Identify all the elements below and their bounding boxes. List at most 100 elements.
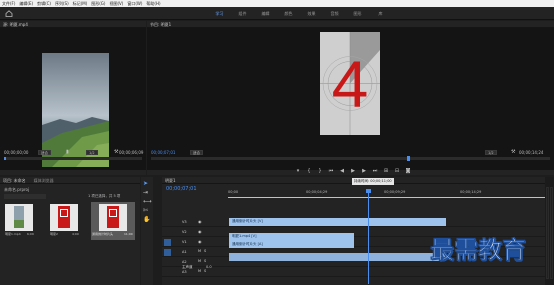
timeline-clip-audio[interactable] xyxy=(229,253,446,261)
project-thumbnail[interactable] xyxy=(5,204,33,231)
menu-help[interactable]: 帮助(H) xyxy=(146,1,160,7)
marker-icon[interactable]: ▾ xyxy=(295,168,301,174)
project-item-duration: 4;00 xyxy=(72,232,79,236)
program-timecode[interactable]: 00;00;07;01 xyxy=(151,150,175,155)
project-thumbnail[interactable] xyxy=(50,204,78,231)
timeline-panel: 明夏1 00;00;07;01 00;00 00;00;04;29 00;00;… xyxy=(162,177,545,285)
track-label[interactable]: V3 xyxy=(182,220,187,224)
workspace-bar: 学习 组件 编辑 颜色 效果 音频 图形 库 xyxy=(0,7,554,20)
home-icon[interactable] xyxy=(5,10,13,17)
source-timecode[interactable]: 00;00;00;00 xyxy=(4,150,28,155)
workspace-tab-learn[interactable]: 学习 xyxy=(208,11,231,17)
workspace-tabs: 学习 组件 编辑 颜色 效果 音频 图形 库 xyxy=(208,11,392,17)
export-frame-icon[interactable]: ◙ xyxy=(405,168,411,174)
play-icon[interactable]: ▶ xyxy=(350,168,356,174)
mute-icon[interactable]: M xyxy=(198,259,201,263)
project-file-name: 未命名.prproj xyxy=(4,187,30,192)
menu-graphics[interactable]: 图形(G) xyxy=(91,1,105,7)
clip-label: 明夏1.mp4 [V] xyxy=(232,234,257,238)
source-monitor-title[interactable]: 源: 明夏.mp4 xyxy=(0,21,146,28)
source-camera-icon[interactable]: ▮ xyxy=(66,149,69,155)
project-item-name: 明夏1.mp4 xyxy=(5,232,21,236)
mute-icon[interactable]: M xyxy=(198,249,201,253)
menu-sequence[interactable]: 序列(S) xyxy=(55,1,69,7)
source-playhead[interactable] xyxy=(4,157,6,160)
timeline-ruler[interactable]: 00;00 00;00;04;29 00;00;09;29 00;00;14;2… xyxy=(228,188,545,198)
source-video-frame xyxy=(42,53,109,167)
workspace-tab-color[interactable]: 颜色 xyxy=(277,11,300,17)
track-label[interactable]: A1 xyxy=(182,250,187,254)
workspace-tab-audio[interactable]: 音频 xyxy=(323,11,346,17)
program-monitor-title[interactable]: 节目: 明夏1 xyxy=(147,21,554,28)
solo-icon[interactable]: S xyxy=(204,259,206,263)
eye-icon[interactable]: ◉ xyxy=(198,219,202,224)
project-tab[interactable]: 项目: 未命名 xyxy=(3,178,26,183)
timeline-timecode[interactable]: 00;00;07;01 xyxy=(166,186,197,192)
mark-in-icon[interactable]: { xyxy=(306,168,312,174)
menu-view[interactable]: 视图(V) xyxy=(109,1,123,7)
source-patch-v1[interactable] xyxy=(164,239,171,246)
project-item-duration: 11;00 xyxy=(124,232,133,236)
master-label: 主声道 xyxy=(182,265,193,269)
track-label[interactable]: V2 xyxy=(182,230,187,234)
extract-icon[interactable]: ⊟ xyxy=(394,168,400,174)
project-item-name: 明夏2 xyxy=(50,232,58,236)
track-select-icon[interactable]: ⇥ xyxy=(143,189,148,196)
ruler-tick: 00;00;04;29 xyxy=(306,190,328,194)
source-duration: 00;00;06;09 xyxy=(119,150,144,155)
tools-panel: ➤ ⇥ ⟷ ✄ ✋ xyxy=(141,177,153,285)
program-fit-dropdown[interactable]: 适合 xyxy=(190,150,203,155)
ruler-tick: 00;00;09;29 xyxy=(384,190,406,194)
workspace-tab-libraries[interactable]: 库 xyxy=(369,11,392,17)
menu-marker[interactable]: 标记(M) xyxy=(73,1,88,7)
master-track: 主声道 0.0 xyxy=(166,264,226,271)
audio-meters xyxy=(545,177,554,285)
program-wrench-icon[interactable]: ⚒ xyxy=(511,149,515,155)
program-playhead[interactable] xyxy=(407,156,410,161)
project-thumbnail[interactable] xyxy=(99,204,127,231)
source-scrubber[interactable] xyxy=(4,157,142,160)
timeline-clip[interactable]: 明夏1.mp4 [V] xyxy=(229,233,354,241)
menu-edit[interactable]: 编辑(E) xyxy=(19,1,33,7)
razor-tool-icon[interactable]: ✄ xyxy=(143,207,148,214)
workspace-tab-editing[interactable]: 编辑 xyxy=(254,11,277,17)
master-value[interactable]: 0.0 xyxy=(206,265,212,269)
source-wrench-icon[interactable]: ⚒ xyxy=(114,149,118,155)
timeline-clip[interactable]: 通用倒计时片头 [A] xyxy=(229,241,354,248)
work-area-bar[interactable] xyxy=(228,197,545,198)
source-resolution-dropdown[interactable]: 1/2 xyxy=(86,150,98,155)
meter-right xyxy=(550,187,553,279)
solo-icon[interactable]: S xyxy=(204,249,206,253)
go-to-out-icon[interactable]: ⏭ xyxy=(372,168,378,174)
menu-file[interactable]: 文件(F) xyxy=(2,1,15,7)
media-browser-tab[interactable]: 媒体浏览器 xyxy=(34,178,54,183)
go-to-in-icon[interactable]: ⏮ xyxy=(328,168,334,174)
eye-icon[interactable]: ◉ xyxy=(198,239,202,244)
workspace-tab-effects[interactable]: 效果 xyxy=(300,11,323,17)
hand-tool-icon[interactable]: ✋ xyxy=(143,216,150,223)
workspace-tab-assembly[interactable]: 组件 xyxy=(231,11,254,17)
selection-tool-icon[interactable]: ➤ xyxy=(143,180,148,187)
timeline-clip[interactable]: 通用倒计时片头 [V] xyxy=(229,218,446,226)
lift-icon[interactable]: ⊞ xyxy=(383,168,389,174)
eye-icon[interactable]: ◉ xyxy=(198,229,202,234)
workspace-tab-graphics[interactable]: 图形 xyxy=(346,11,369,17)
mark-out-icon[interactable]: } xyxy=(317,168,323,174)
source-fit-dropdown[interactable]: 适合 xyxy=(38,150,51,155)
program-monitor-panel: 节目: 明夏1 4 00;00;07;01 适合 1/2 ⚒ 00;00;14;… xyxy=(147,21,554,175)
program-scrubber[interactable] xyxy=(151,157,550,160)
track-label[interactable]: V1 xyxy=(182,240,187,244)
timeline-playhead[interactable] xyxy=(368,190,369,284)
ripple-edit-icon[interactable]: ⟷ xyxy=(143,198,152,205)
step-forward-icon[interactable]: ▶ xyxy=(361,168,367,174)
program-resolution-dropdown[interactable]: 1/2 xyxy=(485,150,497,155)
step-back-icon[interactable]: ◀ xyxy=(339,168,345,174)
menu-window[interactable]: 窗口(W) xyxy=(127,1,142,7)
duration-tooltip: 持续时间: 00;00;11;00 xyxy=(352,178,394,185)
project-search-input[interactable] xyxy=(4,194,46,199)
watermark-text: 最需教育 xyxy=(430,235,527,264)
menu-clip[interactable]: 剪辑(C) xyxy=(37,1,51,7)
source-patch-a1[interactable] xyxy=(164,249,171,256)
program-duration: 00;00;14;24 xyxy=(519,150,544,155)
timeline-playhead-handle[interactable] xyxy=(366,189,371,193)
